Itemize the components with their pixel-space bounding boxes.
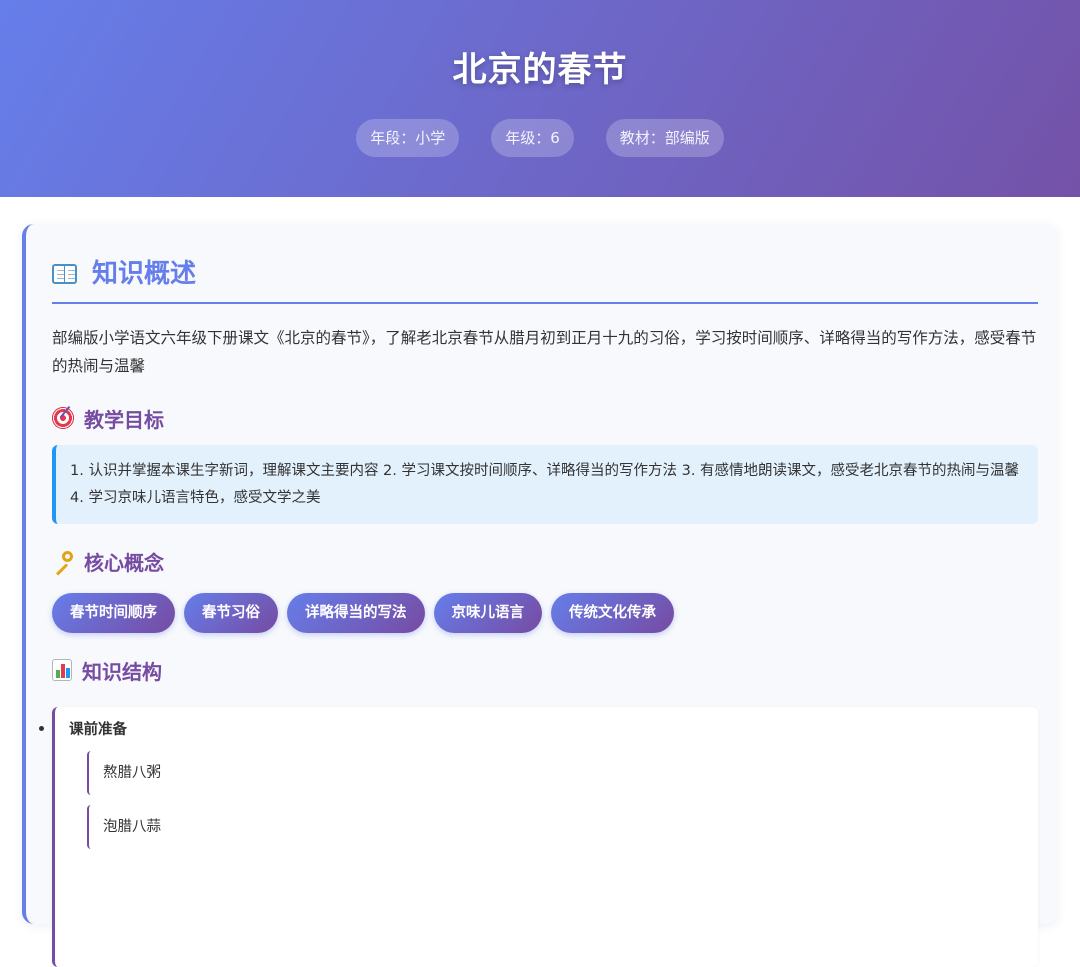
concepts-heading-text: 核心概念	[84, 550, 164, 575]
concept-chip[interactable]: 传统文化传承	[551, 593, 674, 633]
tag-textbook: 教材：部编版	[605, 119, 724, 157]
knowledge-card: 知识概述 部编版小学语文六年级下册课文《北京的春节》，了解老北京春节从腊月初到正…	[22, 224, 1057, 967]
concept-chip[interactable]: 详略得当的写法	[287, 593, 425, 633]
overview-summary: 部编版小学语文六年级下册课文《北京的春节》，了解老北京春节从腊月初到正月十九的习…	[52, 329, 1037, 375]
structure-heading-text: 知识结构	[82, 659, 162, 684]
page-title: 北京的春节	[452, 50, 628, 90]
meta-tags: 年段：小学 年级：6 教材：部编版	[0, 119, 1080, 157]
concept-chips: 春节时间顺序 春节习俗 详略得当的写法 京味儿语言 传统文化传承	[52, 593, 674, 633]
structure-tree: 课前准备 熬腊八粥 泡腊八蒜	[39, 707, 1038, 967]
overview-heading: 知识概述	[52, 254, 1038, 304]
objectives-heading: 教学目标	[52, 403, 164, 433]
concepts-heading: 核心概念	[52, 546, 164, 576]
page-header: 北京的春节 年段：小学 年级：6 教材：部编版	[0, 0, 1080, 197]
target-icon	[52, 407, 74, 429]
concept-chip[interactable]: 京味儿语言	[433, 593, 542, 633]
objectives-heading-text: 教学目标	[84, 407, 164, 432]
list-bullet	[39, 726, 44, 731]
tree-section-title: 课前准备	[69, 722, 127, 738]
key-icon	[52, 550, 74, 576]
structure-heading: 知识结构	[52, 655, 162, 685]
concept-chip[interactable]: 春节习俗	[184, 593, 278, 633]
tree-sub-item: 泡腊八蒜	[87, 805, 1027, 849]
tag-stage: 年段：小学	[356, 119, 460, 157]
bar-chart-icon	[52, 659, 72, 681]
tree-sub-item: 熬腊八粥	[87, 751, 1027, 795]
overview-heading-text: 知识概述	[92, 259, 197, 289]
objectives-box: 1. 认识并掌握本课生字新词，理解课文主要内容 2. 学习课文按时间顺序、详略得…	[52, 445, 1038, 524]
tag-grade: 年级：6	[491, 119, 574, 157]
concept-chip[interactable]: 春节时间顺序	[52, 593, 175, 633]
open-book-icon	[52, 264, 78, 286]
